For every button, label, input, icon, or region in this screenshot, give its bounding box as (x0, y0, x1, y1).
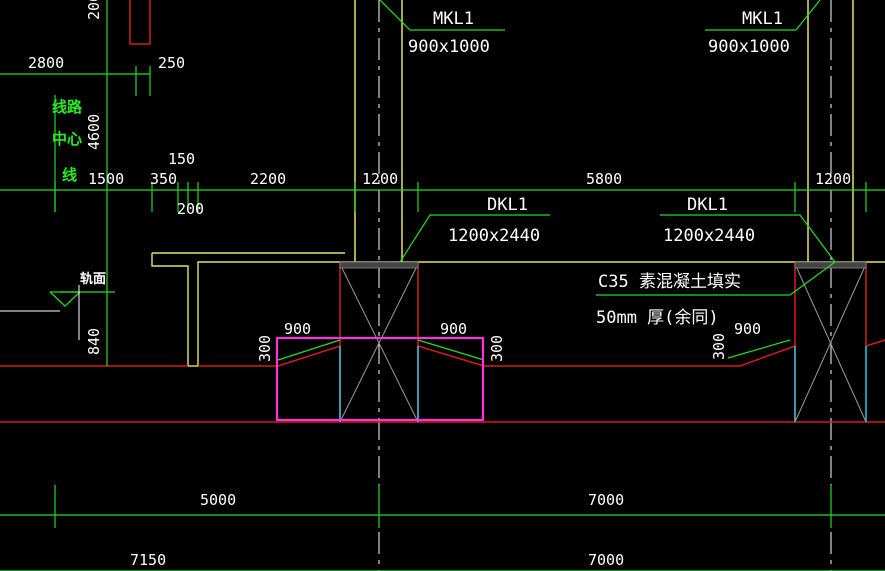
rail-top-label: 轨面 (80, 271, 106, 287)
dim-150: 150 (168, 150, 195, 168)
cad-drawing-canvas: MKL1 900x1000 MKL1 900x1000 DKL1 1200x24… (0, 0, 885, 571)
dim-7000-lower: 7000 (588, 551, 624, 569)
beam-label-mkl-left: MKL1 (433, 9, 474, 29)
dim-5800: 5800 (586, 170, 622, 188)
pit-dim-300-right: 300 (710, 333, 728, 360)
beam-label-mkl-right: MKL1 (742, 9, 783, 29)
dimension-lines (0, 0, 885, 571)
slab-red-lines (0, 262, 885, 423)
dim-7000-upper: 7000 (588, 491, 624, 509)
misc-white-lines (0, 285, 80, 340)
beam-size-dkl-right: 1200x2440 (663, 226, 755, 246)
dim-4600: 4600 (85, 114, 103, 150)
dim-350: 350 (150, 170, 177, 188)
dim-250: 250 (158, 54, 185, 72)
dim-200: 200 (177, 200, 204, 218)
line-center-char-3: 线 (62, 166, 77, 184)
pit-dim-900-right: 900 (734, 320, 761, 338)
pit-dim-900-left: 900 (284, 320, 311, 338)
dim-5000: 5000 (200, 491, 236, 509)
dim-2800: 2800 (28, 54, 64, 72)
dim-1200-left: 1200 (362, 170, 398, 188)
concrete-note-line2: 50mm 厚(余同) (596, 308, 719, 328)
beam-size-dkl-left: 1200x2440 (448, 226, 540, 246)
pit-cyan-lines (339, 346, 867, 422)
dim-840: 840 (85, 328, 103, 355)
pit-dim-300-left: 300 (256, 335, 274, 362)
beam-label-dkl-right: DKL1 (687, 195, 728, 215)
pit-dim-300-mid: 300 (488, 335, 506, 362)
dim-1200-right: 1200 (815, 170, 851, 188)
dim-200-top: 200 (85, 0, 103, 20)
concrete-note-line1: C35 素混凝土填实 (598, 272, 741, 292)
beam-size-mkl-right: 900x1000 (708, 37, 790, 57)
dim-1500: 1500 (88, 170, 124, 188)
dim-2200: 2200 (250, 170, 286, 188)
line-center-char-2: 中心 (52, 130, 82, 148)
dim-7150: 7150 (130, 551, 166, 569)
upper-left-structure (129, 0, 151, 45)
beam-label-dkl-left: DKL1 (487, 195, 528, 215)
beam-size-mkl-left: 900x1000 (408, 37, 490, 57)
line-center-char-1: 线路 (52, 98, 83, 116)
pit-dim-900-mid: 900 (440, 320, 467, 338)
